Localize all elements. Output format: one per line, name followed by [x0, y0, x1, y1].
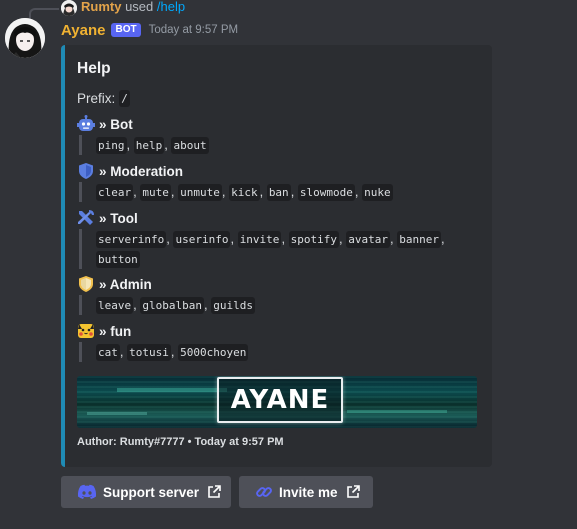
- banner-glitch: [117, 388, 227, 392]
- field-fun: » fun cat, totusi, 5000choyen: [77, 322, 487, 362]
- robot-icon: [77, 115, 95, 133]
- bot-tag: BOT: [111, 23, 141, 37]
- reply-avatar[interactable]: [61, 0, 77, 16]
- prefix-label: Prefix:: [77, 91, 116, 106]
- command-code: nuke: [362, 184, 393, 201]
- command-code: totusi: [127, 344, 171, 361]
- command-code: serverinfo: [96, 231, 167, 248]
- help-embed: Help Prefix: / » Bot ping, help, about »…: [61, 45, 492, 467]
- command-code: ping: [96, 137, 127, 154]
- command-code: slowmode: [297, 184, 355, 201]
- command-code: cat: [96, 344, 120, 361]
- banner-logo: AYANE: [217, 377, 343, 423]
- discord-icon: [77, 484, 97, 500]
- command-code: ban: [266, 184, 291, 201]
- command-code: globalban: [140, 297, 204, 314]
- command-code: help: [133, 137, 165, 154]
- reply-context: Rumty used /help: [81, 0, 185, 15]
- banner-logo-text: AYANE: [230, 385, 330, 415]
- command-code: avatar: [346, 231, 391, 248]
- reply-command[interactable]: /help: [157, 0, 185, 14]
- command-code: banner: [397, 231, 441, 248]
- command-code: 5000choyen: [178, 344, 249, 361]
- message-header: Ayane BOT Today at 9:57 PM: [61, 20, 238, 40]
- embed-banner-image[interactable]: AYANE: [77, 376, 477, 428]
- field-bot: » Bot ping, help, about: [77, 115, 487, 155]
- reply-used-text: used: [125, 0, 154, 14]
- field-moderation: » Moderation clear, mute, unmute, kick, …: [77, 162, 487, 202]
- embed-footer: Author: Rumty#7777 • Today at 9:57 PM: [77, 436, 284, 448]
- invite-me-label: Invite me: [279, 484, 338, 500]
- field-tool-value: serverinfo, userinfo, invite, spotify, a…: [79, 229, 487, 269]
- support-server-button[interactable]: Support server: [61, 476, 231, 508]
- field-moderation-value: clear, mute, unmute, kick, ban, slowmode…: [79, 182, 487, 202]
- field-admin-value: leave, globalban, guilds: [79, 295, 487, 315]
- command-code: about: [171, 137, 209, 154]
- field-fun-name: » fun: [99, 323, 132, 339]
- prefix-value: /: [119, 90, 130, 107]
- link-icon: [255, 483, 273, 501]
- field-bot-value: ping, help, about: [79, 135, 487, 155]
- field-admin-name: » Admin: [99, 276, 152, 292]
- embed-title: Help: [77, 60, 111, 77]
- bot-avatar[interactable]: [5, 18, 45, 58]
- field-moderation-name: » Moderation: [99, 163, 184, 179]
- command-code: spotify: [288, 231, 340, 248]
- pikachu-icon: [77, 322, 95, 340]
- field-fun-value: cat, totusi, 5000choyen: [79, 342, 487, 362]
- prefix-row: Prefix: /: [77, 90, 130, 107]
- admin-shield-icon: [77, 275, 95, 293]
- command-code: guilds: [211, 297, 255, 314]
- shield-icon: [77, 162, 95, 180]
- command-code: unmute: [178, 184, 222, 201]
- banner-glitch: [87, 412, 147, 415]
- command-code: mute: [140, 184, 171, 201]
- field-bot-name: » Bot: [99, 116, 133, 132]
- external-link-icon: [346, 485, 360, 499]
- command-code: leave: [96, 297, 134, 314]
- reply-username[interactable]: Rumty: [81, 0, 121, 14]
- invite-me-button[interactable]: Invite me: [239, 476, 373, 508]
- field-admin: » Admin leave, globalban, guilds: [77, 275, 487, 315]
- command-code: kick: [229, 184, 260, 201]
- message-timestamp: Today at 9:57 PM: [148, 24, 239, 36]
- command-code: button: [96, 251, 140, 268]
- bot-name[interactable]: Ayane: [61, 22, 105, 39]
- support-server-label: Support server: [103, 484, 200, 500]
- external-link-icon: [207, 485, 221, 499]
- command-code: clear: [96, 184, 134, 201]
- command-code: userinfo: [173, 231, 231, 248]
- field-tool-name: » Tool: [99, 210, 138, 226]
- field-tool: » Tool serverinfo, userinfo, invite, spo…: [77, 209, 487, 269]
- banner-glitch: [347, 410, 447, 413]
- command-code: invite: [237, 231, 282, 248]
- tools-icon: [77, 209, 95, 227]
